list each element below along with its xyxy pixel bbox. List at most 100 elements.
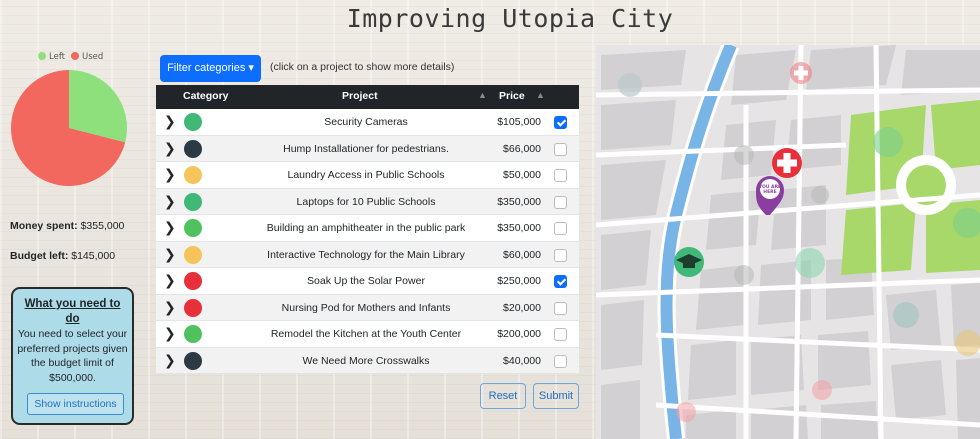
map-marker-health-2[interactable] <box>812 380 832 400</box>
expand-chevron-icon[interactable]: ❯ <box>164 141 176 157</box>
project-name: Building an amphitheater in the public p… <box>266 222 466 234</box>
table-row[interactable]: ❯ Soak Up the Solar Power $250,000 <box>156 268 579 295</box>
details-hint: (click on a project to show more details… <box>270 61 455 73</box>
project-price: $200,000 <box>497 328 541 340</box>
map-marker-streets-3[interactable] <box>734 265 754 285</box>
select-checkbox[interactable] <box>554 248 567 262</box>
education-icon <box>184 192 202 211</box>
select-checkbox[interactable] <box>554 354 567 368</box>
project-name: Remodel the Kitchen at the Youth Center <box>270 328 462 340</box>
instructions-box: What you need to do You need to select y… <box>11 287 134 425</box>
select-checkbox[interactable] <box>554 222 567 235</box>
map-marker-welfare[interactable] <box>618 73 642 97</box>
expand-chevron-icon[interactable]: ❯ <box>164 194 176 210</box>
reset-button[interactable]: Reset <box>480 383 526 409</box>
table-row[interactable]: ❯ Laundry Access in Public Schools $50,000 <box>156 162 579 189</box>
welfare-icon <box>184 166 202 184</box>
header-category[interactable]: Category <box>183 90 229 102</box>
budget-left-label: Budget left: <box>10 250 69 262</box>
table-body: ❯ Security Cameras $105,000 ❯ Hump Installat… <box>156 109 579 374</box>
project-name: Laundry Access in Public Schools <box>287 169 445 181</box>
project-name: Hump Installationer for pedestrians. <box>283 142 449 155</box>
city-map[interactable]: YOU ARE HERE <box>596 45 980 439</box>
project-name: Security Cameras <box>324 116 408 128</box>
pie-legend: Left Used <box>38 52 103 62</box>
select-checkbox[interactable] <box>554 301 567 315</box>
health-icon <box>184 298 202 317</box>
table-row[interactable]: ❯ We Need More Crosswalks $40,000 <box>156 347 579 374</box>
legend-label-used: Used <box>82 52 104 62</box>
map-marker-parks-3[interactable] <box>893 302 919 328</box>
budget-left: Budget left: $145,000 <box>10 250 115 262</box>
project-price: $20,000 <box>503 301 541 314</box>
table-row[interactable]: ❯ Building an amphitheater in the public … <box>156 215 579 242</box>
legend-item-used: Used <box>71 52 103 62</box>
expand-chevron-icon[interactable]: ❯ <box>164 300 176 316</box>
expand-chevron-icon[interactable]: ❯ <box>164 353 176 369</box>
project-name: We Need More Crosswalks <box>302 354 430 367</box>
expand-chevron-icon[interactable]: ❯ <box>164 273 176 289</box>
project-name: Nursing Pod for Mothers and Infants <box>281 301 451 314</box>
health-icon <box>184 272 202 290</box>
table-row[interactable]: ❯ Hump Installationer for pedestrians. $66… <box>156 135 579 162</box>
map-marker-education-2[interactable] <box>795 248 825 278</box>
project-name: Laptops for 10 Public Schools <box>296 195 436 208</box>
instructions-text: You need to select your preferred projec… <box>17 328 128 384</box>
education-icon <box>184 113 202 131</box>
sort-price-icon[interactable]: ▲︎ <box>536 90 545 100</box>
expand-chevron-icon[interactable]: ❯ <box>164 247 176 263</box>
money-spent-value: $355,000 <box>80 220 125 232</box>
select-checkbox[interactable] <box>554 328 567 341</box>
project-price: $66,000 <box>503 142 541 155</box>
select-checkbox[interactable] <box>554 142 567 156</box>
legend-item-left: Left <box>38 52 65 62</box>
money-spent: Money spent: $355,000 <box>10 220 124 232</box>
map-marker-streets-2[interactable] <box>811 186 829 204</box>
show-instructions-button[interactable]: Show instructions <box>27 393 124 415</box>
legend-label-left: Left <box>49 52 65 62</box>
expand-chevron-icon[interactable]: ❯ <box>164 220 176 236</box>
map-marker-health-selected[interactable] <box>772 148 802 178</box>
expand-chevron-icon[interactable]: ❯ <box>164 326 176 342</box>
map-marker-education-selected[interactable] <box>674 247 704 277</box>
project-price: $105,000 <box>497 116 541 128</box>
project-name: Soak Up the Solar Power <box>307 275 425 287</box>
budget-pie-chart <box>11 70 127 186</box>
map-marker-health-3[interactable] <box>676 402 696 422</box>
svg-text:HERE: HERE <box>763 189 776 195</box>
select-checkbox[interactable] <box>554 275 567 288</box>
project-price: $60,000 <box>503 248 541 261</box>
select-checkbox[interactable] <box>554 169 567 182</box>
project-name: Interactive Technology for the Main Libr… <box>267 248 465 261</box>
streets-icon <box>184 351 202 370</box>
instructions-heading: What you need to do <box>24 298 121 325</box>
submit-button[interactable]: Submit <box>533 383 579 409</box>
table-header: Category Project ▲︎ Price ▲︎ <box>156 85 579 109</box>
select-checkbox[interactable] <box>554 195 567 209</box>
page-title: Improving Utopia City <box>346 4 674 33</box>
project-price: $50,000 <box>503 169 541 181</box>
project-price: $350,000 <box>497 195 541 208</box>
project-price: $350,000 <box>497 222 541 234</box>
table-row[interactable]: ❯ Interactive Technology for the Main Lib… <box>156 241 579 268</box>
map-marker-streets-1[interactable] <box>734 145 754 165</box>
table-row[interactable]: ❯ Security Cameras $105,000 <box>156 109 579 136</box>
project-price: $250,000 <box>497 275 541 287</box>
sort-project-icon[interactable]: ▲︎ <box>478 90 487 100</box>
projects-table: Category Project ▲︎ Price ▲︎ ❯ Security C… <box>156 85 579 374</box>
legend-swatch-left <box>38 52 46 60</box>
expand-chevron-icon[interactable]: ❯ <box>164 114 176 130</box>
welfare-icon <box>184 245 202 264</box>
map-marker-welfare-2[interactable] <box>955 330 980 356</box>
map-marker-health-1[interactable] <box>790 62 812 84</box>
table-row[interactable]: ❯ Remodel the Kitchen at the Youth Center… <box>156 321 579 348</box>
select-checkbox[interactable] <box>554 116 567 129</box>
header-project[interactable]: Project <box>342 90 378 102</box>
header-price[interactable]: Price <box>499 90 525 102</box>
expand-chevron-icon[interactable]: ❯ <box>164 167 176 183</box>
map-marker-parks-1[interactable] <box>873 127 903 157</box>
table-row[interactable]: ❯ Nursing Pod for Mothers and Infants $20,… <box>156 294 579 321</box>
budget-left-value: $145,000 <box>71 250 116 262</box>
table-row[interactable]: ❯ Laptops for 10 Public Schools $350,000 <box>156 188 579 215</box>
filter-categories-button[interactable]: Filter categories ▾ <box>160 55 261 82</box>
